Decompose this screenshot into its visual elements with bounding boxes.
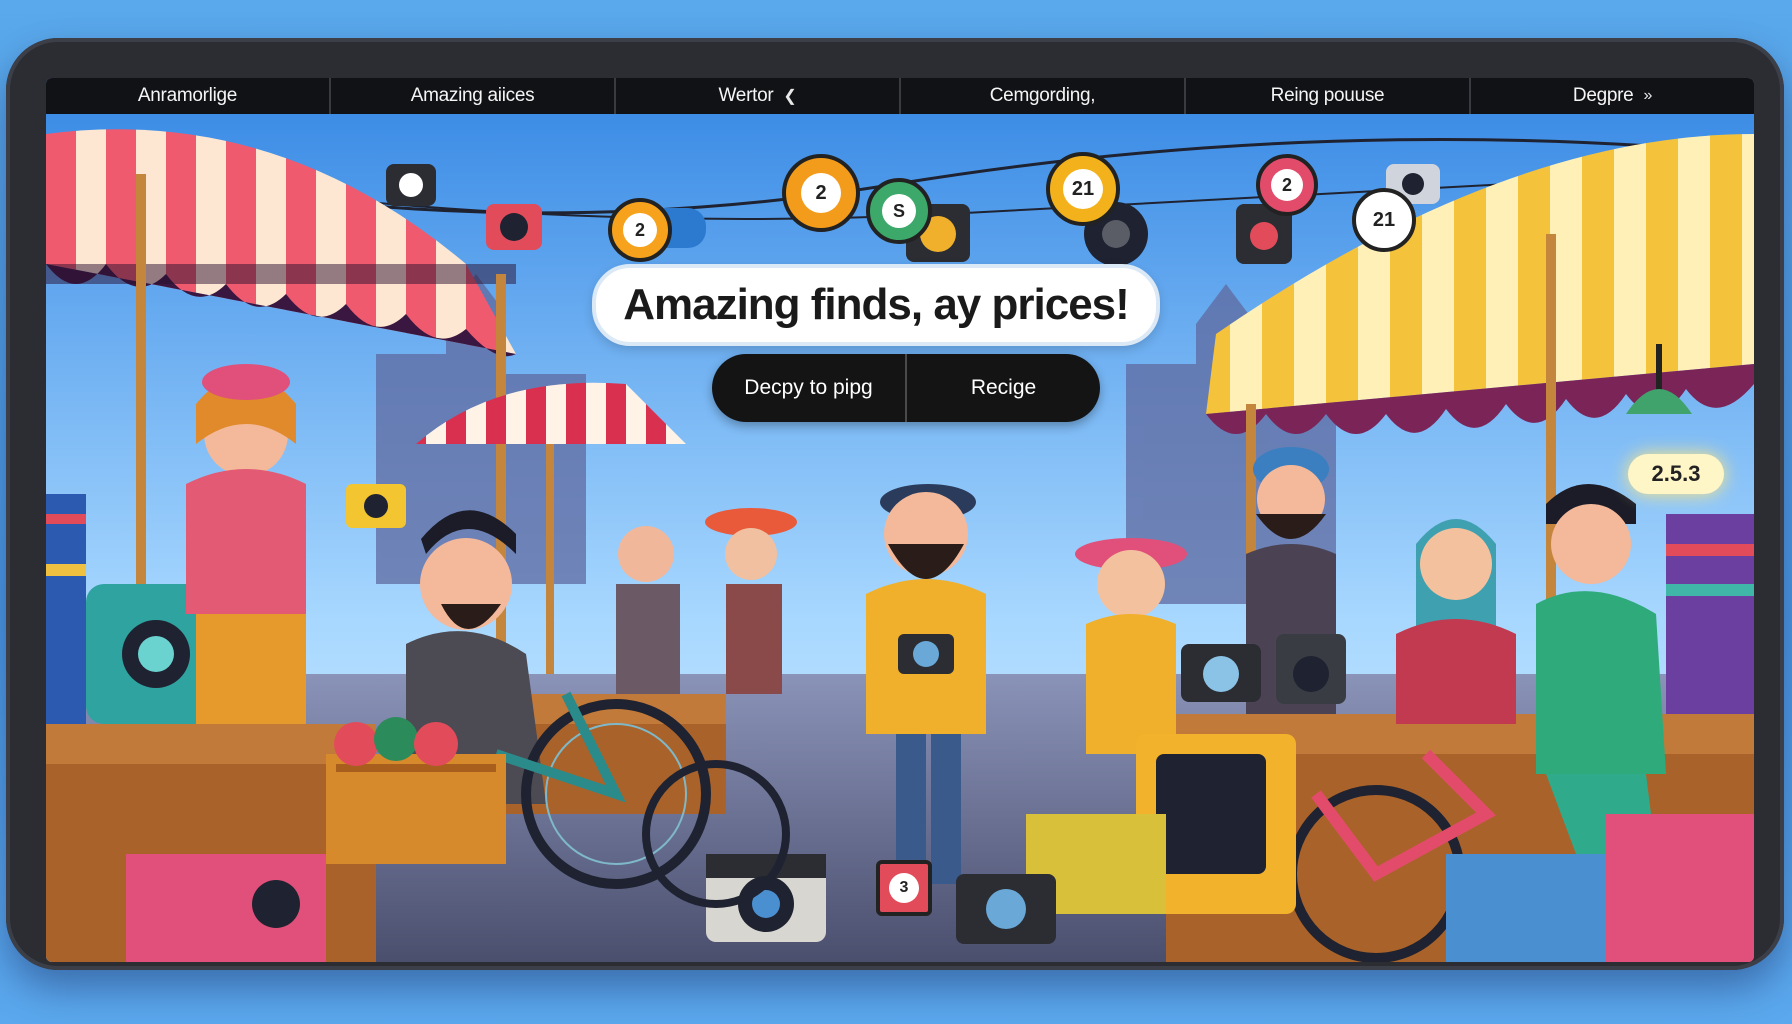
nav-item-label: Amazing aiices (410, 85, 535, 106)
nav-item-2[interactable]: Amazing aiices (331, 78, 616, 114)
chevron-icon: ❮ (783, 88, 797, 105)
price-lamp-label: 2.5.3 (1628, 454, 1724, 494)
price-tag: 21 (1352, 188, 1416, 252)
tablet-device-frame: Anramorlige Amazing aiices Wertor ❮ Cemgo… (6, 38, 1784, 970)
nav-item-4[interactable]: Cemgording, (901, 78, 1186, 114)
top-navigation-bar: Anramorlige Amazing aiices Wertor ❮ Cemgo… (46, 78, 1754, 114)
nav-item-3[interactable]: Wertor ❮ (616, 78, 901, 114)
hero-button-group: Decpy to pipg Recige (712, 354, 1100, 422)
nav-item-1[interactable]: Anramorlige (46, 78, 331, 114)
nav-item-label: Cemgording, (989, 85, 1096, 106)
secondary-cta-button[interactable]: Recige (905, 354, 1100, 422)
nav-item-label: Anramorlige (137, 85, 238, 106)
price-tag: 3 (876, 860, 932, 916)
hero-headline: Amazing finds, ay prices! (592, 264, 1160, 346)
nav-item-label: Wertor (718, 85, 774, 106)
price-tag: 21 (1046, 152, 1120, 226)
app-screen: Anramorlige Amazing aiices Wertor ❮ Cemgo… (46, 78, 1754, 962)
price-tag: 2 (1256, 154, 1318, 216)
price-tag: 2 (782, 154, 860, 232)
nav-item-6[interactable]: Degpre » (1471, 78, 1754, 114)
flea-market-illustration: 2 2 S 21 2 21 3 2.5.3 Amazing finds, ay … (46, 114, 1754, 962)
price-tag: S (866, 178, 932, 244)
nav-item-label: Reing pouuse (1270, 85, 1385, 106)
price-tag: 2 (608, 198, 672, 262)
primary-cta-button[interactable]: Decpy to pipg (712, 354, 905, 422)
nav-item-5[interactable]: Reing pouuse (1186, 78, 1471, 114)
nav-item-label: Degpre (1572, 85, 1634, 106)
double-chevron-icon: » (1643, 87, 1653, 104)
